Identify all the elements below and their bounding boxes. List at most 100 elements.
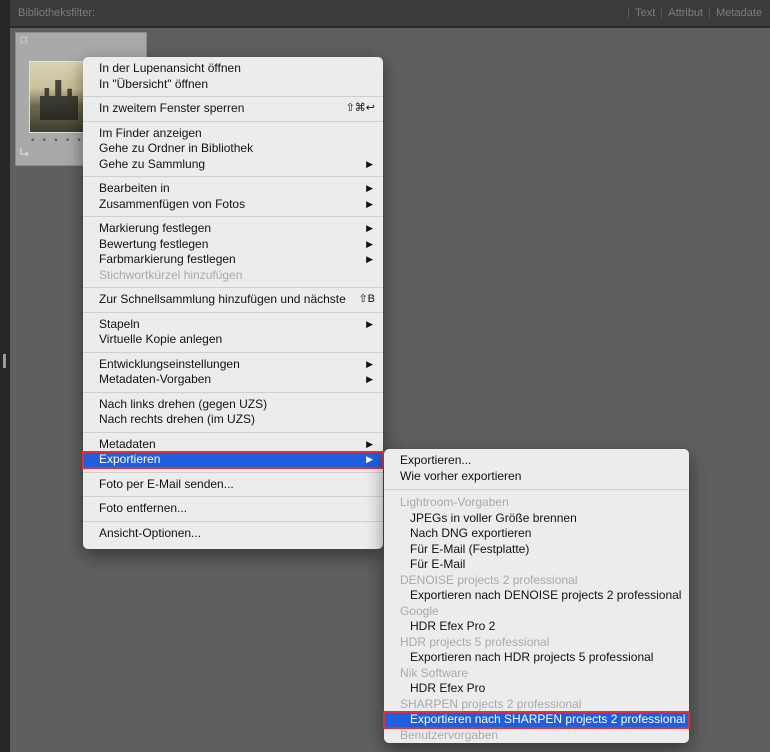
menu-item-hdr-efex-pro-2[interactable]: HDR Efex Pro 2: [384, 619, 689, 635]
menu-item-label: Entwicklungseinstellungen: [99, 356, 240, 371]
menu-separator: [83, 287, 383, 288]
menu-item-label: Exportieren nach SHARPEN projects 2 prof…: [410, 712, 686, 726]
submenu-arrow-icon: ▶: [366, 438, 373, 449]
menu-item-label: Google: [400, 603, 439, 618]
menu-separator: [384, 489, 689, 490]
menu-item-exportieren-nach-denoise-projects-2-professional[interactable]: Exportieren nach DENOISE projects 2 prof…: [384, 588, 689, 604]
menu-item-stichwortkurzel-hinzufugen: Stichwortkürzel hinzufügen: [83, 268, 383, 284]
menu-item-exportieren[interactable]: Exportieren ▶: [82, 451, 384, 469]
export-submenu: Exportieren... Wie vorher exportieren Ligh…: [383, 449, 690, 744]
menu-item-in-ubersicht-offnen[interactable]: In "Übersicht" öffnen: [83, 77, 383, 93]
menu-separator: [83, 176, 383, 177]
rotate-icon[interactable]: [18, 145, 32, 159]
panel-collapse-handle[interactable]: [3, 354, 6, 368]
menu-item-label: Für E-Mail (Festplatte): [410, 541, 530, 556]
menu-item-label: Zur Schnellsammlung hinzufügen und nächs…: [99, 292, 346, 306]
keyboard-shortcut: ⇧B: [358, 293, 375, 305]
menu-item-label: Lightroom-Vorgaben: [400, 495, 509, 509]
submenu-arrow-icon: ▶: [366, 454, 373, 464]
menu-separator: [83, 431, 383, 433]
menu-item-label: Markierung festlegen: [99, 221, 212, 235]
filter-tabs: Text Attribut Metadate: [628, 7, 768, 19]
menu-item-foto-per-e-mail-senden[interactable]: Foto per E-Mail senden...: [83, 477, 383, 493]
submenu-arrow-icon: ▶: [366, 158, 373, 169]
menu-item-label: Gehe zu Ordner in Bibliothek: [99, 141, 254, 155]
menu-item-label: Foto per E-Mail senden...: [99, 476, 234, 491]
menu-item-bewertung-festlegen[interactable]: Bewertung festlegen ▶: [83, 237, 383, 253]
menu-item-zusammenfugen-von-fotos[interactable]: Zusammenfügen von Fotos ▶: [83, 197, 383, 213]
menu-item-label: Im Finder anzeigen: [99, 125, 202, 140]
submenu-arrow-icon: ▶: [366, 238, 373, 249]
menu-item-stapeln[interactable]: Stapeln ▶: [83, 317, 383, 333]
menu-item-fur-e-mail[interactable]: Für E-Mail: [384, 557, 689, 573]
menu-item-label: JPEGs in voller Größe brennen: [410, 510, 577, 525]
menu-section-benutzervorgaben: Benutzervorgaben: [384, 728, 689, 744]
rating-dots[interactable]: • • • • •: [31, 135, 84, 145]
menu-item-label: Für E-Mail: [410, 557, 466, 571]
menu-item-label: In "Übersicht" öffnen: [99, 76, 209, 91]
menu-item-exportieren-nach-hdr-projects-5-professional[interactable]: Exportieren nach HDR projects 5 professi…: [384, 650, 689, 666]
menu-item-foto-entfernen[interactable]: Foto entfernen...: [83, 501, 383, 517]
submenu-arrow-icon: ▶: [366, 198, 373, 209]
menu-item-label: Metadaten-Vorgaben: [99, 372, 212, 386]
menu-item-wie-vorher-exportieren[interactable]: Wie vorher exportieren: [384, 469, 689, 485]
menu-item-exportieren[interactable]: Exportieren...: [384, 453, 689, 469]
menu-item-label: Virtuelle Kopie anlegen: [99, 332, 223, 346]
menu-item-label: Metadaten: [99, 436, 156, 451]
menu-item-nach-dng-exportieren[interactable]: Nach DNG exportieren: [384, 526, 689, 542]
menu-item-bearbeiten-in[interactable]: Bearbeiten in ▶: [83, 181, 383, 197]
menu-item-exportieren-nach-sharpen-projects-2-professional[interactable]: Exportieren nach SHARPEN projects 2 prof…: [383, 711, 690, 729]
menu-section-nik-software: Nik Software: [384, 666, 689, 682]
submenu-arrow-icon: ▶: [366, 318, 373, 329]
menu-item-metadaten-vorgaben[interactable]: Metadaten-Vorgaben ▶: [83, 372, 383, 388]
menu-item-label: Nach DNG exportieren: [410, 526, 532, 540]
library-filter-label: Bibliotheksfilter:: [18, 7, 96, 19]
menu-section-sharpen-projects-2-professional: SHARPEN projects 2 professional: [384, 697, 689, 713]
menu-item-label: Stichwortkürzel hinzufügen: [99, 267, 243, 282]
menu-separator: [83, 120, 383, 122]
menu-separator: [83, 311, 383, 313]
filter-tab-attribute[interactable]: Attribut: [661, 7, 709, 19]
menu-item-hdr-efex-pro[interactable]: HDR Efex Pro: [384, 681, 689, 697]
menu-item-zur-schnellsammlung-hinzufugen-und-nachste[interactable]: Zur Schnellsammlung hinzufügen und nächs…: [83, 292, 383, 308]
filter-tab-text[interactable]: Text: [628, 7, 661, 19]
menu-item-in-der-lupenansicht-offnen[interactable]: In der Lupenansicht öffnen: [83, 61, 383, 77]
menu-item-fur-e-mail-festplatte[interactable]: Für E-Mail (Festplatte): [384, 542, 689, 558]
menu-item-gehe-zu-sammlung[interactable]: Gehe zu Sammlung ▶: [83, 157, 383, 173]
menu-item-nach-links-drehen-gegen-uzs[interactable]: Nach links drehen (gegen UZS): [83, 397, 383, 413]
menu-item-im-finder-anzeigen[interactable]: Im Finder anzeigen: [83, 126, 383, 142]
menu-item-label: SHARPEN projects 2 professional: [400, 696, 582, 711]
menu-item-ansicht-optionen[interactable]: Ansicht-Optionen...: [83, 526, 383, 542]
menu-item-label: HDR projects 5 professional: [400, 634, 550, 649]
menu-item-label: Wie vorher exportieren: [400, 468, 522, 483]
menu-item-metadaten[interactable]: Metadaten ▶: [83, 437, 383, 453]
menu-item-label: Benutzervorgaben: [400, 727, 499, 742]
submenu-arrow-icon: ▶: [366, 374, 373, 384]
menu-item-in-zweitem-fenster-sperren[interactable]: In zweitem Fenster sperren ⇧⌘↩: [83, 101, 383, 117]
menu-item-entwicklungseinstellungen[interactable]: Entwicklungseinstellungen ▶: [83, 357, 383, 373]
menu-item-markierung-festlegen[interactable]: Markierung festlegen ▶: [83, 221, 383, 237]
menu-item-label: Nach links drehen (gegen UZS): [99, 396, 268, 411]
menu-item-virtuelle-kopie-anlegen[interactable]: Virtuelle Kopie anlegen: [83, 332, 383, 348]
menu-item-label: Exportieren: [99, 452, 161, 466]
menu-item-label: Exportieren...: [400, 453, 472, 467]
menu-item-farbmarkierung-festlegen[interactable]: Farbmarkierung festlegen ▶: [83, 252, 383, 268]
menu-item-nach-rechts-drehen-im-uzs[interactable]: Nach rechts drehen (im UZS): [83, 412, 383, 428]
menu-separator: [83, 496, 383, 497]
library-filter-bar: Bibliotheksfilter: Text Attribut Metadat…: [10, 0, 770, 28]
menu-item-jpegs-in-voller-grosse-brennen[interactable]: JPEGs in voller Größe brennen: [384, 511, 689, 527]
menu-item-label: Bearbeiten in: [99, 181, 170, 195]
menu-item-label: Gehe zu Sammlung: [99, 156, 206, 171]
menu-item-label: Nik Software: [400, 665, 469, 680]
filter-tab-metadata[interactable]: Metadate: [709, 7, 768, 19]
menu-item-label: Zusammenfügen von Fotos: [99, 196, 246, 211]
photo-thumbnail[interactable]: [29, 61, 89, 133]
menu-item-label: In der Lupenansicht öffnen: [99, 61, 241, 75]
menu-item-label: Exportieren nach HDR projects 5 professi…: [410, 650, 654, 664]
flag-icon[interactable]: [19, 36, 29, 46]
menu-item-label: HDR Efex Pro: [410, 681, 486, 695]
submenu-arrow-icon: ▶: [366, 254, 373, 264]
menu-item-label: Foto entfernen...: [99, 501, 188, 515]
menu-item-label: DENOISE projects 2 professional: [400, 572, 578, 587]
menu-item-gehe-zu-ordner-in-bibliothek[interactable]: Gehe zu Ordner in Bibliothek: [83, 141, 383, 157]
